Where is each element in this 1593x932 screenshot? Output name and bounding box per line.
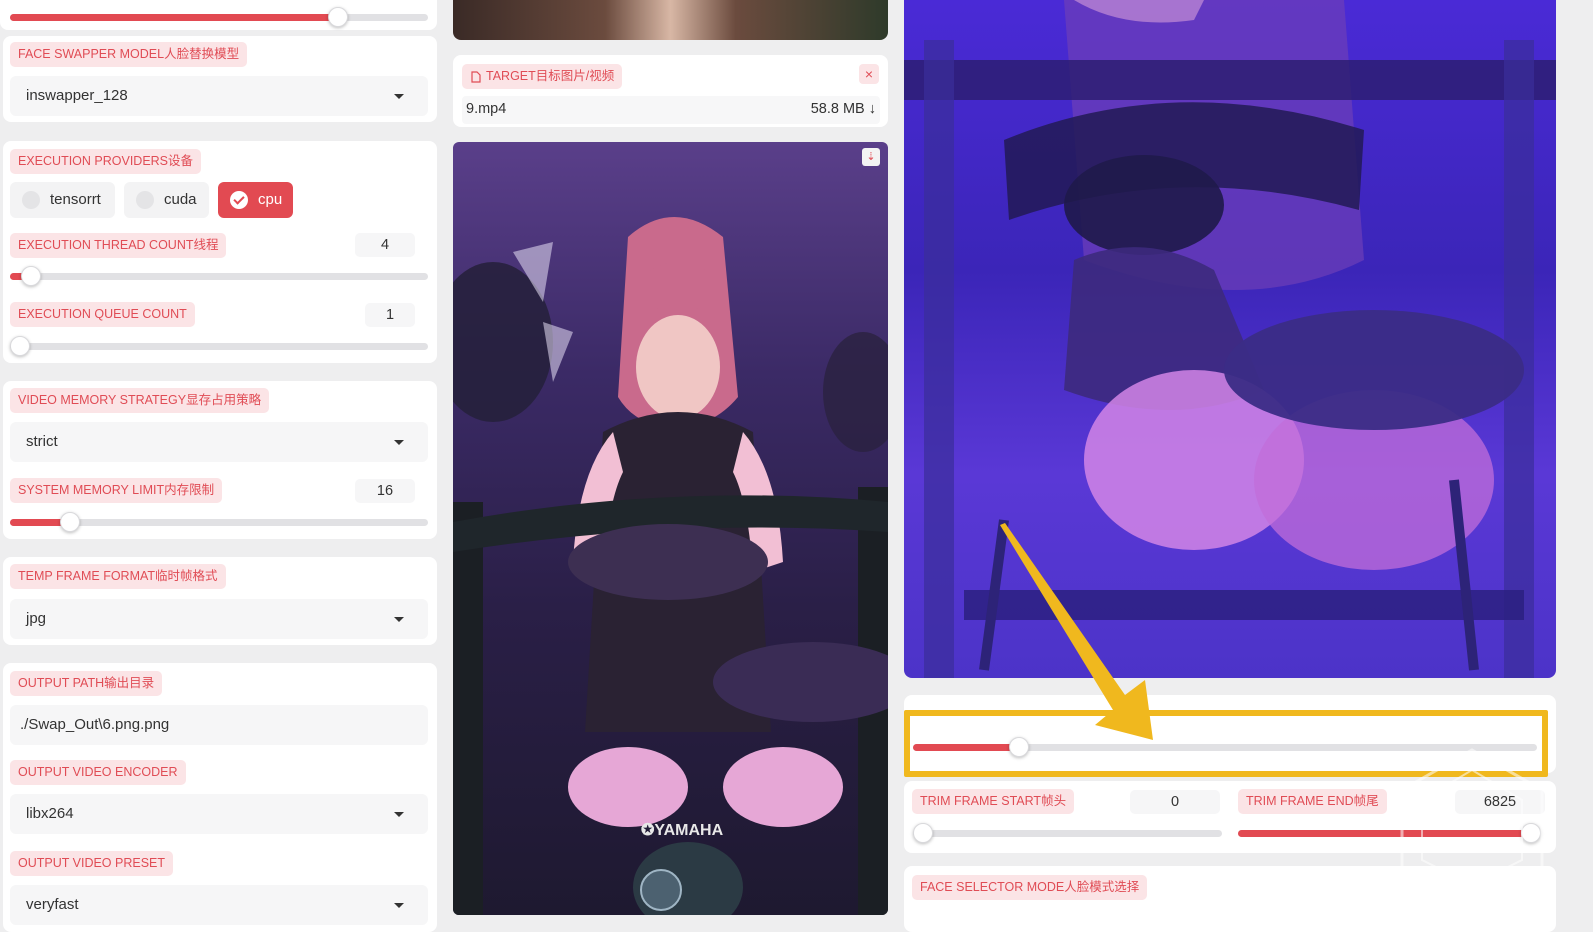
execution-providers-label: EXECUTION PROVIDERS设备 xyxy=(10,149,202,174)
output-video-preset-label: OUTPUT VIDEO PRESET xyxy=(10,851,174,876)
drummer-illustration: ✪YAMAHA xyxy=(453,217,888,915)
target-video-preview: ✪YAMAHA ⇣ xyxy=(453,142,888,915)
execution-queue-count-input[interactable]: 1 xyxy=(365,303,415,327)
face-swapper-model-select[interactable]: inswapper_128 xyxy=(10,76,428,116)
system-memory-limit-knob[interactable] xyxy=(60,512,80,532)
chevron-down-icon xyxy=(394,812,404,817)
file-icon xyxy=(471,71,481,83)
checkmark-icon xyxy=(230,191,248,209)
provider-tensorrt-checkbox[interactable]: tensorrt xyxy=(10,182,115,218)
trim-frame-start-knob[interactable] xyxy=(913,823,933,843)
provider-cuda-checkbox[interactable]: cuda xyxy=(124,182,209,218)
close-icon: × xyxy=(864,66,874,82)
execution-thread-count-input[interactable]: 4 xyxy=(355,233,415,257)
chevron-down-icon xyxy=(394,440,404,445)
target-label-text: TARGET目标图片/视频 xyxy=(486,69,615,83)
provider-tensorrt-label: tensorrt xyxy=(50,191,101,208)
system-memory-limit-slider[interactable] xyxy=(10,512,428,532)
provider-cpu-label: cpu xyxy=(258,191,283,208)
target-label: TARGET目标图片/视频 xyxy=(462,64,623,89)
temp-frame-format-value: jpg xyxy=(26,610,47,627)
video-memory-strategy-select[interactable]: strict xyxy=(10,422,428,462)
execution-thread-count-label: EXECUTION THREAD COUNT线程 xyxy=(10,233,227,258)
cuda-checkbox-icon xyxy=(136,191,154,209)
video-memory-strategy-value: strict xyxy=(26,433,58,450)
target-close-button[interactable]: × xyxy=(859,64,879,84)
target-file-size: 58.8 MB ↓ xyxy=(810,101,876,117)
execution-queue-count-label: EXECUTION QUEUE COUNT xyxy=(10,302,195,327)
watermark-logo-icon xyxy=(1400,748,1544,902)
execution-queue-count-knob[interactable] xyxy=(10,336,30,356)
output-video-encoder-label: OUTPUT VIDEO ENCODER xyxy=(10,760,186,785)
provider-cpu-checkbox[interactable]: cpu xyxy=(218,182,293,218)
output-video-encoder-select[interactable]: libx264 xyxy=(10,794,428,834)
face-selector-mode-label: FACE SELECTOR MODE人脸模式选择 xyxy=(912,875,1148,900)
trim-frame-end-label: TRIM FRAME END帧尾 xyxy=(1238,789,1387,814)
download-icon[interactable]: ⇣ xyxy=(862,148,880,166)
execution-queue-count-slider[interactable] xyxy=(10,336,428,356)
video-memory-strategy-label: VIDEO MEMORY STRATEGY显存占用策略 xyxy=(10,388,270,413)
chevron-down-icon xyxy=(394,903,404,908)
output-video-encoder-value: libx264 xyxy=(26,805,74,822)
top-slider-knob[interactable] xyxy=(328,7,348,27)
chevron-down-icon xyxy=(394,94,404,99)
svg-text:✪YAMAHA: ✪YAMAHA xyxy=(641,822,724,839)
output-video-preset-select[interactable]: veryfast xyxy=(10,885,428,925)
face-swapper-model-value: inswapper_128 xyxy=(26,87,128,104)
arrow-annotation-icon xyxy=(1000,523,1153,740)
target-file-row[interactable]: 9.mp4 58.8 MB ↓ xyxy=(462,96,880,124)
system-memory-limit-input[interactable]: 16 xyxy=(355,479,415,503)
trim-frame-start-input[interactable]: 0 xyxy=(1130,790,1220,814)
system-memory-limit-label: SYSTEM MEMORY LIMIT内存限制 xyxy=(10,478,223,503)
trim-frame-start-slider[interactable] xyxy=(913,823,1222,843)
execution-thread-count-slider[interactable] xyxy=(10,266,428,286)
execution-thread-count-knob[interactable] xyxy=(21,266,41,286)
temp-frame-format-select[interactable]: jpg xyxy=(10,599,428,639)
target-file-name: 9.mp4 xyxy=(466,101,507,117)
provider-cuda-label: cuda xyxy=(164,191,197,208)
output-path-label: OUTPUT PATH输出目录 xyxy=(10,671,163,696)
trim-frame-start-label: TRIM FRAME START帧头 xyxy=(912,789,1075,814)
tensorrt-checkbox-icon xyxy=(22,191,40,209)
chevron-down-icon xyxy=(394,617,404,622)
output-path-input[interactable]: ./Swap_Out\6.png.png xyxy=(10,705,428,745)
top-slider-fill xyxy=(10,14,338,21)
face-swapper-model-label: FACE SWAPPER MODEL人脸替换模型 xyxy=(10,42,248,67)
temp-frame-format-label: TEMP FRAME FORMAT临时帧格式 xyxy=(10,564,226,589)
top-slider[interactable] xyxy=(10,7,428,27)
output-video-preset-value: veryfast xyxy=(26,896,79,913)
source-image-preview xyxy=(453,0,888,40)
